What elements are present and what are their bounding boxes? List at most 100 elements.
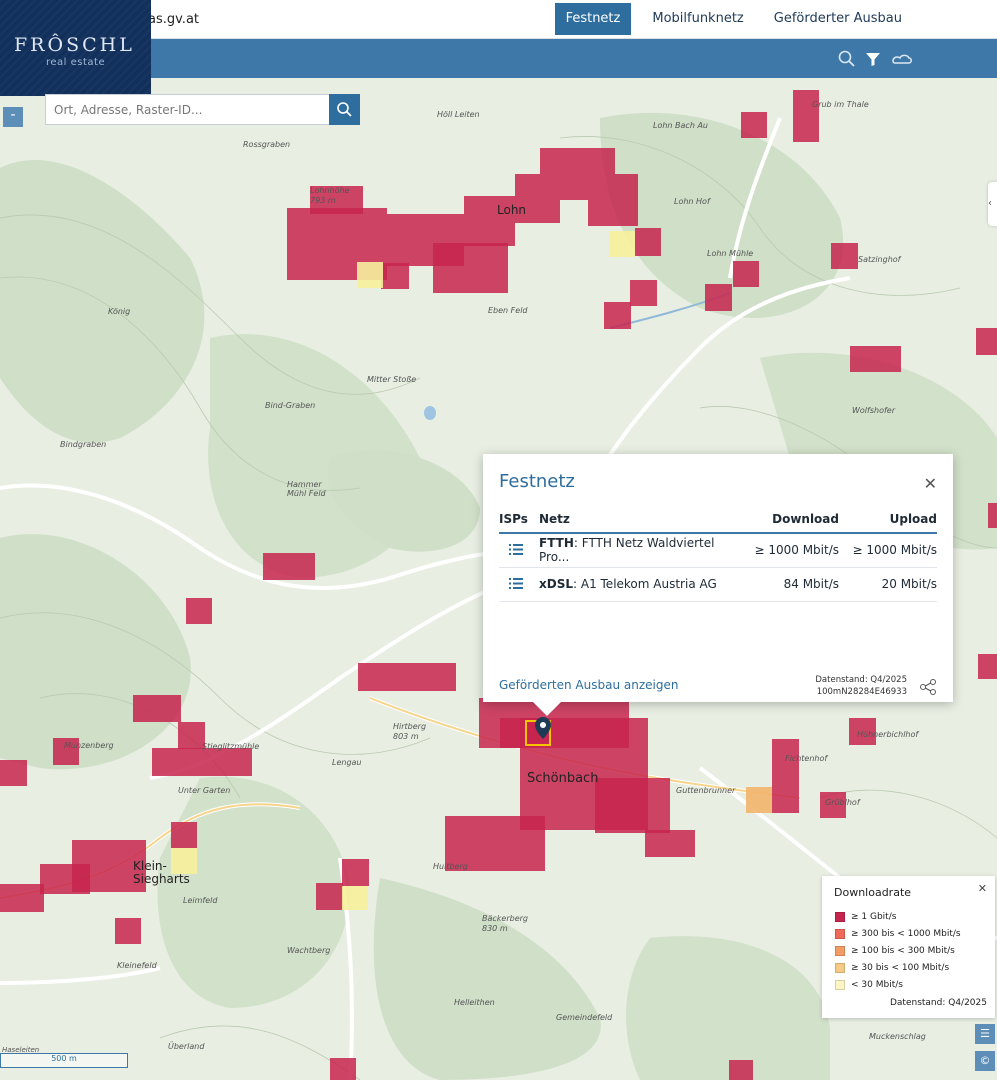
data-status: Datenstand: Q4/2025 100mN28284E46933 — [815, 674, 907, 698]
place-label-hammer: Hammer Mühl Feld — [287, 480, 326, 498]
place-label-wachtberg: Wachtberg — [287, 946, 331, 955]
side-panel-toggle[interactable]: ‹ — [988, 182, 997, 226]
table-row: xDSL: A1 Telekom Austria AG 84 Mbit/s 20… — [499, 567, 937, 602]
place-label-ueberland: Überland — [168, 1042, 205, 1051]
scale-label: 500 m — [51, 1054, 77, 1063]
place-label-rossgraben: Rossgraben — [243, 140, 291, 149]
upload-value: ≥ 1000 Mbit/s — [839, 533, 937, 568]
place-label-huitberg: Huitberg — [433, 862, 468, 871]
place-label-wolfshofer: Wolfshofer — [852, 406, 896, 415]
place-label-huehnerbichlhof: Hühnerbichlhof — [857, 730, 919, 739]
place-label-leimfeld: Leimfeld — [183, 896, 218, 905]
tab-festnetz[interactable]: Festnetz — [554, 3, 632, 35]
share-icon[interactable] — [919, 678, 937, 696]
place-label-lohn: Lohn — [497, 203, 527, 217]
download-value: 84 Mbit/s — [739, 567, 839, 602]
search-input[interactable] — [45, 94, 330, 125]
place-label-muckenschlag: Muckenschlag — [869, 1032, 926, 1041]
place-label-bind-graben: Bind-Graben — [265, 401, 316, 410]
legend-swatch — [835, 979, 845, 990]
raster-id: 100mN28284E46933 — [816, 687, 907, 697]
main-tabs: Festnetz Mobilfunknetz Geförderter Ausba… — [554, 3, 913, 35]
legend-item: < 30 Mbit/s — [835, 976, 961, 993]
place-label-klein-sieharts: Klein- Siegharts — [133, 859, 190, 886]
location-pin-icon — [535, 717, 551, 739]
froeschl-logo: FRÔSCHL real estate — [0, 0, 151, 96]
col-netz: Netz — [539, 506, 739, 534]
search-icon[interactable] — [836, 48, 858, 70]
legend-item: ≥ 300 bis < 1000 Mbit/s — [835, 925, 961, 942]
legend-title: Downloadrate — [834, 886, 912, 899]
place-label-eben-feld: Eben Feld — [488, 306, 528, 315]
upload-value: 20 Mbit/s — [839, 567, 937, 602]
close-icon[interactable]: ✕ — [924, 474, 937, 493]
tab-mobilfunknetz[interactable]: Mobilfunknetz — [641, 3, 754, 35]
legend-swatch — [835, 945, 845, 956]
place-label-haseleiten: Haseleiten — [2, 1046, 40, 1054]
place-label-gruebhof: Grüblhof — [825, 798, 860, 807]
table-row: FTTH: FTTH Netz Waldviertel Pro... ≥ 100… — [499, 533, 937, 568]
place-label-grub: Grub im Thale — [812, 100, 869, 109]
place-label-unter-garten: Unter Garten — [178, 786, 231, 795]
search-icon — [337, 102, 352, 117]
col-upload: Upload — [839, 506, 937, 534]
layer-list-button[interactable]: ☰ — [975, 1024, 995, 1044]
place-label-lengau: Lengau — [332, 758, 362, 767]
scale-bar: 500 m — [0, 1053, 128, 1068]
copyright-button[interactable]: © — [975, 1051, 995, 1071]
tab-gefoerderter-ausbau[interactable]: Geförderter Ausbau — [763, 3, 913, 35]
legend-swatch — [835, 962, 845, 973]
legend-label: ≥ 300 bis < 1000 Mbit/s — [851, 928, 961, 939]
peak-label-baeckerberg: Bäckerberg 830 m — [482, 914, 528, 933]
peak-label-lohnhoehe: Lohnhöhe 793 m — [310, 186, 350, 205]
zoom-out-button[interactable]: - — [3, 107, 23, 127]
download-value: ≥ 1000 Mbit/s — [739, 533, 839, 568]
legend-swatch — [835, 911, 845, 922]
network-name: : A1 Telekom Austria AG — [573, 577, 717, 591]
search-button[interactable] — [329, 94, 360, 125]
cloud-icon[interactable] — [890, 48, 914, 70]
logo-subtitle: real estate — [46, 57, 106, 68]
tech-label: FTTH — [539, 536, 574, 551]
data-status-date: Datenstand: Q4/2025 — [815, 675, 907, 685]
legend-data-status: Datenstand: Q4/2025 — [889, 998, 987, 1008]
place-label-munzenberg: Munzenberg — [64, 741, 114, 750]
place-label-stieglitzmuehle: Stieglitzmühle — [202, 742, 260, 751]
close-icon[interactable]: ✕ — [978, 882, 987, 895]
logo-brand: FRÔSCHL — [14, 34, 135, 56]
place-label-hollleiten: Höll Leiten — [437, 110, 480, 119]
place-label-lohnmuehle: Lohn Mühle — [707, 249, 754, 258]
place-label-fichtenhof: Fichtenhof — [785, 754, 828, 763]
place-label-schoenbach: Schönbach — [527, 771, 599, 786]
place-label-helleithen: Helleithen — [454, 998, 495, 1007]
legend-label: ≥ 1 Gbit/s — [851, 911, 897, 922]
list-icon[interactable] — [509, 544, 523, 556]
festnetz-popup: Festnetz ✕ ISPs Netz Download Upload FTT… — [483, 454, 953, 716]
peak-label-hirtberg: Hirtberg 803 m — [393, 722, 427, 741]
gefoerderter-ausbau-link[interactable]: Geförderten Ausbau anzeigen — [499, 678, 678, 692]
col-download: Download — [739, 506, 839, 534]
filter-icon[interactable] — [862, 48, 884, 70]
place-label-bindgraben: Bindgraben — [60, 440, 107, 449]
tech-label: xDSL — [539, 577, 573, 591]
place-label-lohnhof: Lohn Hof — [674, 197, 710, 206]
search-box — [45, 94, 360, 125]
legend-item: ≥ 30 bis < 100 Mbit/s — [835, 959, 961, 976]
place-label-satzinghof: Satzinghof — [858, 255, 901, 264]
table-header-row: ISPs Netz Download Upload — [499, 506, 937, 534]
download-rate-legend: Downloadrate ✕ ≥ 1 Gbit/s ≥ 300 bis < 10… — [822, 876, 995, 1018]
place-label-gemeindefeld: Gemeindefeld — [556, 1013, 613, 1022]
site-url: as.gv.at — [148, 12, 200, 27]
legend-item: ≥ 100 bis < 300 Mbit/s — [835, 942, 961, 959]
provider-table: ISPs Netz Download Upload FTTH: FTTH Net… — [499, 506, 937, 602]
legend-list: ≥ 1 Gbit/s ≥ 300 bis < 1000 Mbit/s ≥ 100… — [835, 908, 961, 993]
legend-label: < 30 Mbit/s — [851, 979, 903, 990]
place-label-guttenbrunner: Guttenbrunner — [676, 786, 736, 795]
list-icon[interactable] — [509, 578, 523, 589]
popup-title: Festnetz — [499, 471, 575, 492]
legend-item: ≥ 1 Gbit/s — [835, 908, 961, 925]
place-label-mitter-stosse: Mitter Stoße — [367, 375, 417, 384]
col-isps: ISPs — [499, 506, 539, 534]
place-label-koenig: König — [108, 307, 131, 316]
legend-swatch — [835, 928, 845, 939]
